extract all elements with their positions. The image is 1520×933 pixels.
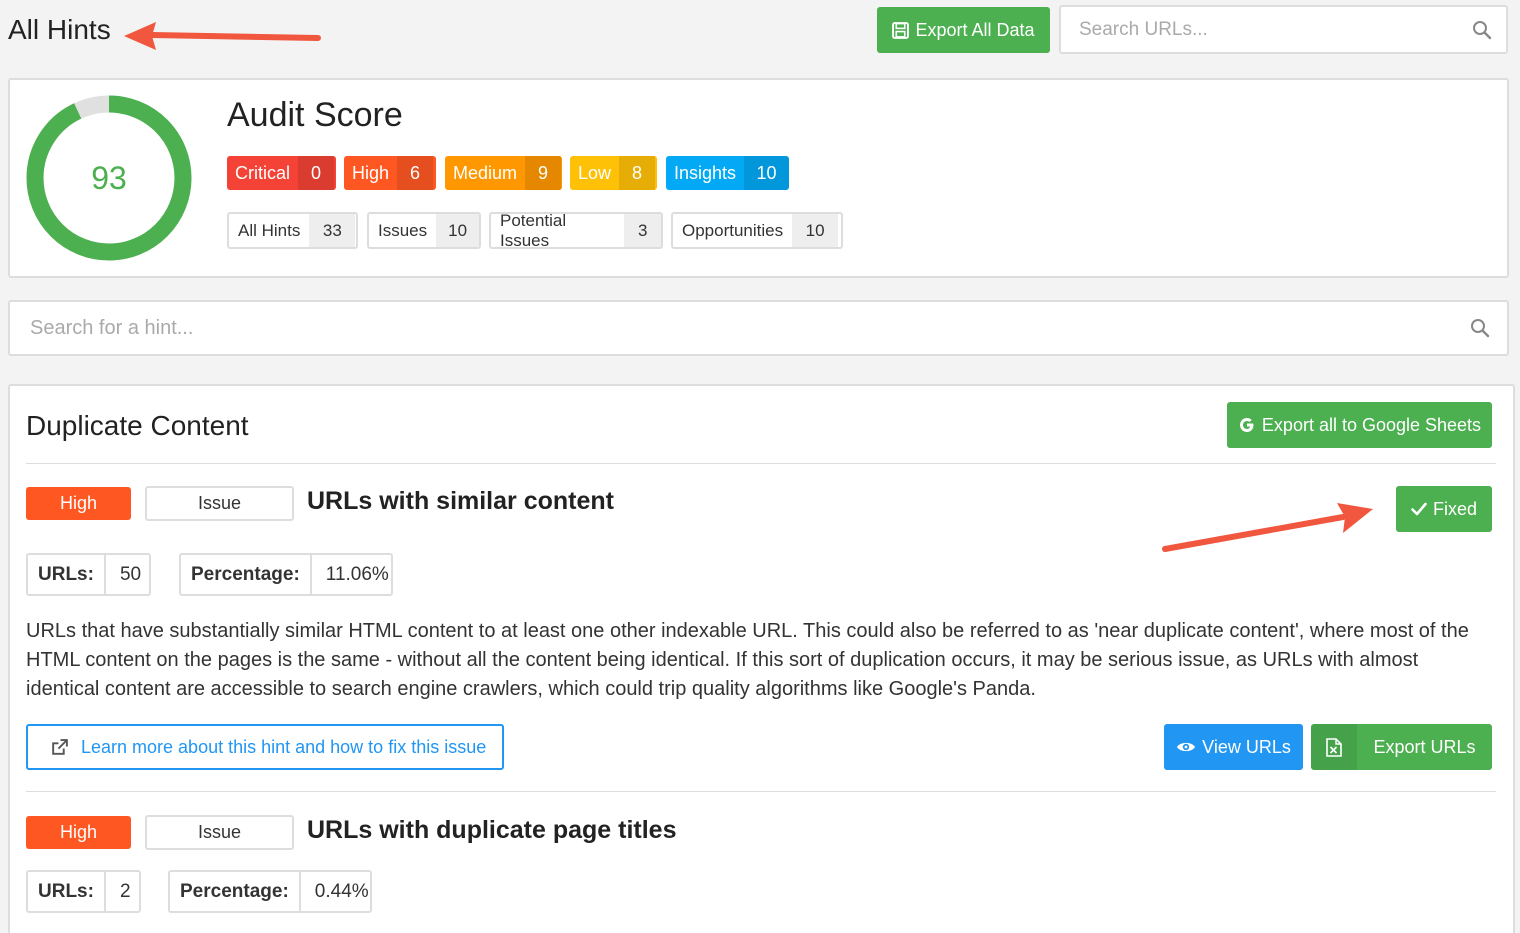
- hint-title: URLs with duplicate page titles: [307, 816, 677, 844]
- learn-more-link[interactable]: Learn more about this hint and how to fi…: [26, 724, 504, 770]
- hint-type-badge: Issue: [145, 815, 294, 850]
- percentage-box: Percentage: 0.44%: [168, 870, 372, 913]
- check-icon: [1411, 502, 1427, 516]
- search-urls-input[interactable]: [1061, 7, 1506, 52]
- search-icon[interactable]: [1470, 318, 1490, 338]
- export-urls-label: Export URLs: [1373, 736, 1476, 757]
- export-google-sheets-button[interactable]: Export all to Google Sheets: [1227, 402, 1492, 448]
- severity-label: Insights: [674, 162, 737, 183]
- severity-medium-badge[interactable]: Medium 9: [445, 156, 562, 190]
- percentage-value: 11.06%: [325, 563, 389, 585]
- eye-icon: [1177, 742, 1196, 752]
- filter-potential-issues[interactable]: Potential Issues 3: [489, 212, 663, 249]
- severity-label: Low: [578, 162, 612, 183]
- severity-insights-badge[interactable]: Insights 10: [666, 156, 789, 190]
- export-google-sheets-label: Export all to Google Sheets: [1261, 414, 1482, 435]
- severity-count: 8: [619, 156, 656, 190]
- severity-critical-badge[interactable]: Critical 0: [227, 156, 336, 190]
- audit-score-title: Audit Score: [227, 96, 403, 134]
- export-urls-button[interactable]: Export URLs: [1311, 724, 1492, 770]
- severity-label: High: [352, 162, 390, 183]
- hint-divider: [26, 791, 1496, 792]
- percentage-box: Percentage: 11.06%: [179, 553, 393, 596]
- external-link-icon: [52, 738, 68, 755]
- severity-count: 0: [298, 156, 335, 190]
- severity-label: Medium: [453, 162, 518, 183]
- export-all-data-label: Export All Data: [915, 19, 1035, 40]
- audit-score-value: 93: [91, 159, 127, 196]
- urls-value: 2: [119, 880, 131, 902]
- priority-badge: High: [26, 487, 131, 520]
- severity-count: 6: [397, 156, 434, 190]
- fixed-button[interactable]: Fixed: [1396, 486, 1492, 532]
- hint-title: URLs with similar content: [307, 487, 614, 515]
- severity-label: Critical: [235, 162, 291, 183]
- google-icon: [1239, 418, 1254, 432]
- section-divider: [26, 463, 1496, 464]
- severity-count: 9: [525, 156, 562, 190]
- hint-type-badge: Issue: [145, 486, 294, 521]
- view-urls-button[interactable]: View URLs: [1164, 724, 1303, 770]
- view-urls-label: View URLs: [1202, 736, 1291, 757]
- filter-issues[interactable]: Issues 10: [367, 212, 481, 249]
- excel-file-icon: [1311, 724, 1357, 770]
- urls-label: URLs:: [28, 555, 106, 594]
- filter-count: 3: [624, 214, 661, 247]
- save-icon: [892, 21, 910, 39]
- urls-count-box: URLs: 50: [26, 553, 151, 596]
- severity-high-badge[interactable]: High 6: [344, 156, 436, 190]
- percentage-value: 0.44%: [314, 880, 369, 902]
- filter-opportunities[interactable]: Opportunities 10: [671, 212, 843, 249]
- filter-label: All Hints: [238, 220, 301, 240]
- learn-more-label: Learn more about this hint and how to fi…: [81, 736, 487, 757]
- priority-badge: High: [26, 816, 131, 849]
- hint-search-box: [8, 300, 1509, 356]
- search-urls-box: [1059, 5, 1508, 54]
- severity-count: 10: [744, 156, 789, 190]
- filter-label: Potential Issues: [500, 212, 567, 249]
- filter-label: Opportunities: [682, 220, 784, 240]
- hint-search-input[interactable]: [10, 302, 1507, 354]
- filter-count: 33: [309, 214, 356, 247]
- section-title: Duplicate Content: [26, 410, 249, 441]
- annotation-arrow-title: [124, 22, 321, 50]
- urls-label: URLs:: [28, 872, 106, 911]
- fixed-label: Fixed: [1432, 498, 1477, 519]
- urls-value: 50: [119, 563, 142, 585]
- percentage-label: Percentage:: [170, 872, 301, 911]
- export-all-data-button[interactable]: Export All Data: [877, 7, 1050, 53]
- urls-count-box: URLs: 2: [26, 870, 141, 913]
- search-icon[interactable]: [1472, 20, 1492, 40]
- percentage-label: Percentage:: [181, 555, 312, 594]
- filter-count: 10: [436, 214, 479, 247]
- filter-all-hints[interactable]: All Hints 33: [227, 212, 358, 249]
- filter-label: Issues: [378, 220, 428, 240]
- hint-description: URLs that have substantially similar HTM…: [26, 620, 1469, 700]
- filter-count: 10: [792, 214, 839, 247]
- page-title: All Hints: [8, 14, 111, 45]
- severity-low-badge[interactable]: Low 8: [570, 156, 657, 190]
